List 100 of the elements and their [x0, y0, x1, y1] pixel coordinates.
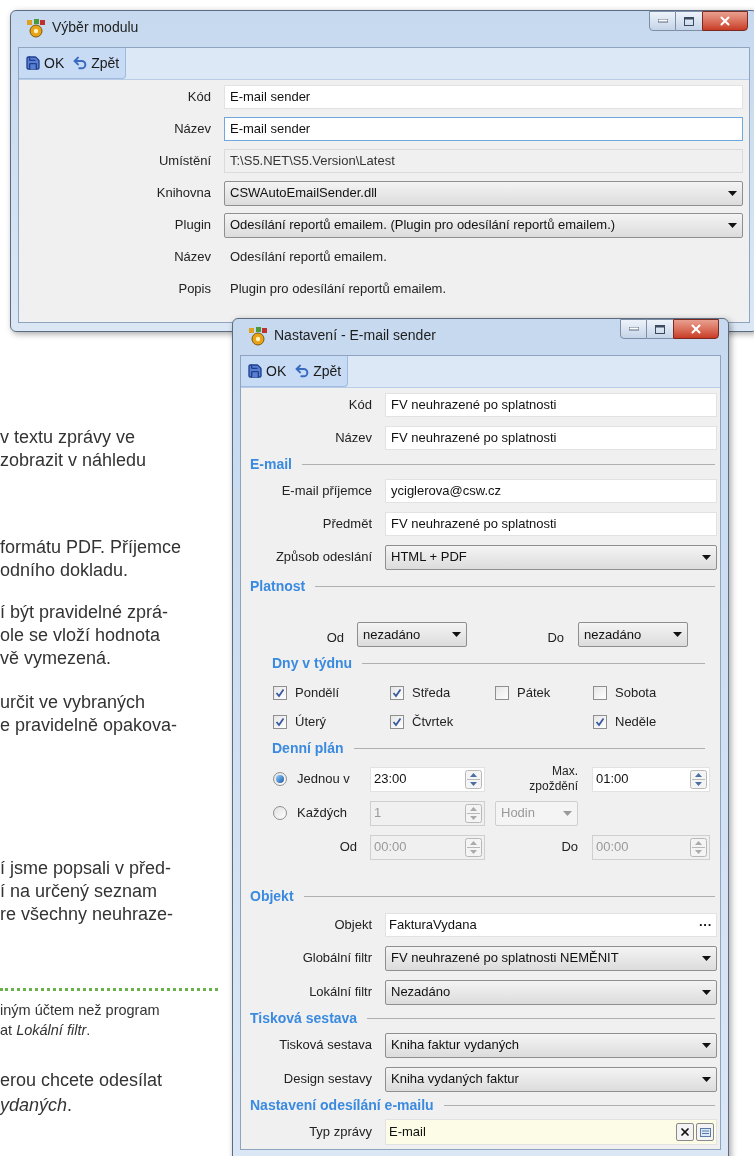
dropdown[interactable]: nezadáno	[578, 622, 688, 647]
save-icon	[25, 55, 41, 71]
field-label: Od	[325, 628, 345, 647]
field-label: Popis	[177, 280, 212, 299]
text-line: zobrazit v náhledu	[0, 449, 148, 472]
lookup-field[interactable]: FakturaVydana ···	[385, 912, 717, 937]
minimize-icon	[628, 327, 639, 331]
text-line: at Lokální filtr.	[0, 1021, 92, 1040]
dropdown[interactable]: Kniha faktur vydaných	[385, 1032, 717, 1058]
field-label: Do	[560, 838, 579, 857]
text-field[interactable]: T:\S5.NET\S5.Version\Latest	[224, 149, 743, 173]
field-label: zpoždění	[529, 779, 578, 794]
field-label: Kód	[186, 88, 212, 107]
spinner-arrows-icon	[465, 769, 482, 789]
caret-icon	[673, 632, 682, 637]
radio-button[interactable]	[273, 772, 287, 786]
checkbox[interactable]	[593, 685, 607, 700]
spin-field[interactable]: 01:00	[592, 766, 710, 792]
text-line: formátu PDF. Příjemce	[0, 536, 183, 559]
close-button[interactable]	[673, 319, 719, 339]
text-line: v textu zprávy ve	[0, 426, 137, 449]
section-title: Denní plán	[272, 738, 344, 758]
dropdown[interactable]: Nezadáno	[385, 979, 717, 1005]
checkbox[interactable]	[273, 685, 287, 700]
field-value: Plugin pro odesílání reportů emailem.	[229, 280, 448, 299]
text-field[interactable]: E-mail sender	[224, 85, 743, 109]
dropdown[interactable]: Odesílání reportů emailem. (Plugin pro odesílání reportů emailem.)	[224, 212, 743, 238]
spinner-arrows-icon	[690, 837, 707, 857]
window-title: Nastavení - E-mail sender	[274, 326, 436, 345]
save-icon	[247, 363, 263, 379]
text-line: í jsme popsali v před-	[0, 857, 173, 880]
dropdown[interactable]: Kniha vydaných faktur	[385, 1066, 717, 1092]
back-button[interactable]: Zpět	[72, 52, 120, 74]
dropdown[interactable]: nezadáno	[357, 622, 467, 647]
text-line: iným účtem než program	[0, 1001, 161, 1020]
checkbox[interactable]	[495, 685, 509, 700]
caret-icon	[702, 1042, 711, 1048]
close-icon	[718, 14, 732, 28]
text-line: odního dokladu.	[0, 559, 130, 582]
field-label: Design sestavy	[282, 1070, 373, 1089]
browse-button[interactable]: ···	[695, 914, 716, 935]
field-label: Plugin	[173, 216, 212, 235]
text-line: í na určený seznam	[0, 880, 159, 903]
maximize-button[interactable]	[647, 319, 673, 339]
day-label: Neděle	[615, 712, 657, 731]
text-line: re všechny neuhraze-	[0, 903, 175, 926]
caret-icon	[728, 190, 737, 196]
list-button[interactable]	[696, 1123, 714, 1141]
caret-icon	[702, 955, 711, 961]
caret-icon	[702, 989, 711, 995]
text-line: í být pravidelné zprá-	[0, 601, 170, 624]
radio-button[interactable]	[273, 806, 287, 820]
checkbox[interactable]	[273, 714, 287, 729]
undo-icon	[294, 363, 311, 379]
text-field[interactable]: FV neuhrazené po splatnosti	[385, 392, 717, 417]
text-field[interactable]: E-mail sender	[224, 117, 743, 141]
day-label: Sobota	[615, 683, 657, 702]
caret-icon	[702, 1076, 711, 1082]
section-title: Dny v týdnu	[272, 653, 353, 673]
spinner-arrows-icon	[690, 769, 707, 789]
caret-icon	[702, 554, 711, 560]
field-label: Umístění	[158, 152, 212, 171]
ok-button[interactable]: OK	[247, 360, 287, 382]
field-label: Způsob odeslání	[274, 548, 373, 567]
field-label: Max.	[552, 764, 578, 779]
text-line: ole se vloží hodnota	[0, 624, 162, 647]
text-line: erou chcete odesílat	[0, 1069, 164, 1092]
field-label: Do	[546, 628, 565, 647]
field-label: Kód	[347, 395, 373, 414]
section-title: Nastavení odesílání e-mailu	[250, 1096, 434, 1115]
close-button[interactable]	[702, 11, 748, 31]
day-label: Úterý	[295, 712, 327, 731]
spin-field[interactable]: 23:00	[370, 766, 485, 792]
text-field[interactable]: FV neuhrazené po splatnosti	[385, 425, 717, 450]
text-line: určit ve vybraných	[0, 691, 147, 714]
section-title: E-mail	[250, 454, 292, 474]
message-type-field[interactable]: E-mail	[385, 1119, 717, 1145]
dropdown[interactable]: HTML + PDF	[385, 544, 717, 570]
checkbox[interactable]	[390, 685, 404, 700]
ok-button[interactable]: OK	[25, 52, 65, 74]
dropdown[interactable]: FV neuhrazené po splatnosti NEMĚNIT	[385, 945, 717, 971]
clear-button[interactable]	[676, 1123, 694, 1141]
field-label: Název	[173, 120, 212, 139]
text-field[interactable]: yciglerova@csw.cz	[385, 478, 717, 503]
field-label: Název	[334, 428, 373, 447]
maximize-button[interactable]	[676, 11, 702, 31]
text-field[interactable]: FV neuhrazené po splatnosti	[385, 511, 717, 536]
field-label: E-mail příjemce	[280, 481, 373, 500]
checkbox[interactable]	[390, 714, 404, 729]
option-label: Každých	[297, 804, 347, 823]
day-label: Pátek	[517, 683, 551, 702]
field-value: Odesílání reportů emailem.	[229, 248, 388, 267]
caret-icon	[563, 810, 572, 816]
gear-icon	[26, 17, 46, 38]
field-label: Typ zprávy	[308, 1123, 373, 1142]
list-icon	[699, 1127, 711, 1137]
dropdown[interactable]: CSWAutoEmailSender.dll	[224, 180, 743, 206]
caret-icon	[452, 632, 461, 637]
back-button[interactable]: Zpět	[294, 360, 342, 382]
checkbox[interactable]	[593, 714, 607, 729]
